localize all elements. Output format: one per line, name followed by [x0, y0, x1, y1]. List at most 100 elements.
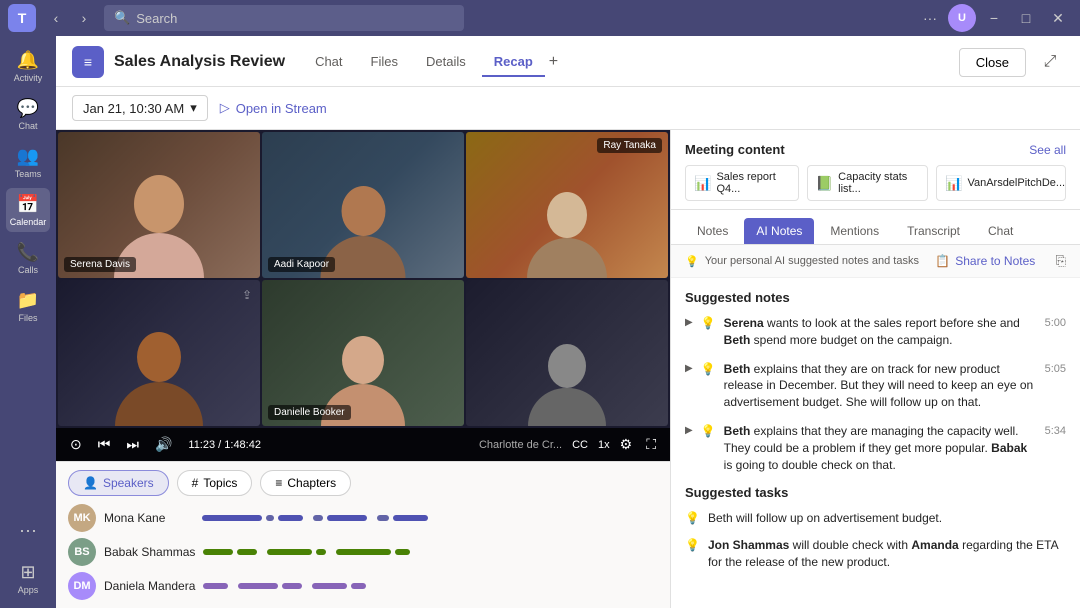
sidebar-item-files[interactable]: 📁 Files	[6, 284, 50, 328]
note-bulb-1: 💡	[701, 316, 716, 330]
file-name-3: VanArsdelPitchDe...	[967, 177, 1065, 189]
files-icon: 📁	[17, 290, 39, 311]
note-text-2: Beth explains that they are on track for…	[724, 361, 1037, 411]
tab-chat[interactable]: Chat	[303, 48, 354, 77]
list-item: BS Babak Shammas	[68, 538, 658, 566]
video-settings: Charlotte de Cr... CC 1x ⚙ ⛶	[479, 434, 660, 455]
tab-files[interactable]: Files	[359, 48, 410, 77]
participant-figure-6	[528, 344, 606, 426]
calls-icon: 📞	[17, 242, 39, 263]
search-input[interactable]	[136, 11, 454, 26]
tab-chat-panel[interactable]: Chat	[976, 218, 1025, 244]
minimize-button[interactable]: −	[980, 4, 1008, 32]
sidebar-item-chat[interactable]: 💬 Chat	[6, 92, 50, 136]
fast-forward-button[interactable]: ⏭	[122, 434, 143, 455]
speaker-list: MK Mona Kane	[68, 504, 658, 600]
maximize-button[interactable]: □	[1012, 4, 1040, 32]
speaker-bars	[202, 515, 658, 521]
meeting-content: Meeting content See all 📊 Sales report Q…	[671, 130, 1080, 210]
participant-figure-3	[527, 192, 607, 278]
tab-ai-notes[interactable]: AI Notes	[744, 218, 814, 244]
sidebar-item-calls[interactable]: 📞 Calls	[6, 236, 50, 280]
captions-button[interactable]: CC	[568, 437, 592, 453]
open-stream-button[interactable]: ▷ Open in Stream	[220, 100, 327, 116]
app-logo: T	[8, 4, 36, 32]
expand-icon-3[interactable]: ▶	[685, 425, 693, 436]
tab-chapters[interactable]: ≡ Chapters	[260, 470, 351, 496]
speakers-icon: 👤	[83, 476, 98, 490]
mic-icon: ⊙	[66, 434, 86, 455]
excel-icon: 📗	[816, 175, 833, 192]
tab-recap[interactable]: Recap	[482, 48, 545, 77]
add-tab-button[interactable]: +	[549, 53, 558, 71]
video-cell-4: ⇪	[58, 280, 260, 426]
expand-icon-2[interactable]: ▶	[685, 363, 693, 374]
see-all-button[interactable]: See all	[1029, 143, 1066, 157]
window-close-button[interactable]: ✕	[1044, 4, 1072, 32]
forward-button[interactable]: ›	[72, 6, 96, 30]
sidebar-item-teams[interactable]: 👥 Teams	[6, 140, 50, 184]
file-item-2[interactable]: 📗 Capacity stats list...	[807, 165, 928, 201]
video-cell-3: Ray Tanaka	[466, 132, 668, 278]
open-stream-label: Open in Stream	[236, 101, 327, 116]
participant-name-3: Ray Tanaka	[597, 138, 662, 153]
app-layout: 🔔 Activity 💬 Chat 👥 Teams 📅 Calendar 📞 C…	[0, 36, 1080, 608]
ai-hint-text: Your personal AI suggested notes and tas…	[705, 255, 919, 267]
sidebar-item-activity[interactable]: 🔔 Activity	[6, 44, 50, 88]
volume-button[interactable]: 🔊	[151, 434, 176, 455]
fullscreen-button[interactable]: ⛶	[642, 434, 660, 455]
content-area: Serena Davis Aadi Kapoor	[56, 130, 1080, 608]
note-item-1: ▶ 💡 Serena wants to look at the sales re…	[685, 315, 1066, 349]
ppt-icon-2: 📊	[945, 175, 962, 192]
title-bar: T ‹ › 🔍 ··· U − □ ✕	[0, 0, 1080, 36]
back-button[interactable]: ‹	[44, 6, 68, 30]
task-bulb-2: 💡	[685, 538, 700, 552]
sidebar-item-apps[interactable]: ⊞ Apps	[6, 556, 50, 600]
calendar-icon: 📅	[17, 194, 39, 215]
sidebar-item-more[interactable]: ···	[6, 508, 50, 552]
notes-tabs: Notes AI Notes Mentions Transcript Chat	[671, 210, 1080, 245]
date-selector[interactable]: Jan 21, 10:30 AM ▾	[72, 95, 208, 121]
avatar: DM	[68, 572, 96, 600]
speaker-section: 👤 Speakers # Topics ≡ Chapters	[56, 461, 670, 608]
rewind-button[interactable]: ⏮	[94, 434, 115, 455]
participant-name-5: Danielle Booker	[268, 405, 351, 420]
tab-notes[interactable]: Notes	[685, 218, 740, 244]
close-meeting-button[interactable]: Close	[959, 48, 1026, 77]
mc-header: Meeting content See all	[685, 142, 1066, 157]
speaker-name: Daniela Mandera	[104, 579, 195, 593]
note-item-3: ▶ 💡 Beth explains that they are managing…	[685, 423, 1066, 473]
file-name-2: Capacity stats list...	[838, 171, 919, 195]
sidebar-item-calendar[interactable]: 📅 Calendar	[6, 188, 50, 232]
chat-icon: 💬	[17, 98, 39, 119]
cell4-icon: ⇪	[242, 288, 252, 302]
file-item-1[interactable]: 📊 Sales report Q4...	[685, 165, 799, 201]
tab-mentions[interactable]: Mentions	[818, 218, 891, 244]
expand-button[interactable]: ⤢	[1036, 48, 1064, 76]
video-cell-5: Danielle Booker	[262, 280, 464, 426]
avatar: BS	[68, 538, 96, 566]
share-notes-label: Share to Notes	[955, 254, 1035, 268]
tab-speakers[interactable]: 👤 Speakers	[68, 470, 169, 496]
notes-content: Suggested notes ▶ 💡 Serena wants to look…	[671, 278, 1080, 593]
speaker-label: Charlotte de Cr...	[479, 439, 562, 451]
more-options-button[interactable]: ···	[916, 4, 944, 32]
expand-icon-1[interactable]: ▶	[685, 317, 693, 328]
window-controls: ··· U − □ ✕	[916, 4, 1072, 32]
task-item-2: 💡 Jon Shammas will double check with Ama…	[685, 537, 1066, 571]
copy-icon: ⎘	[1056, 253, 1066, 269]
list-item: DM Daniela Mandera	[68, 572, 658, 600]
avatar[interactable]: U	[948, 4, 976, 32]
note-time-1: 5:00	[1045, 317, 1066, 329]
file-item-3[interactable]: 📊 VanArsdelPitchDe...	[936, 165, 1066, 201]
tab-topics[interactable]: # Topics	[177, 470, 253, 496]
search-bar[interactable]: 🔍	[104, 5, 464, 31]
video-cell-2: Aadi Kapoor	[262, 132, 464, 278]
ai-notes-area[interactable]: 💡 Your personal AI suggested notes and t…	[671, 245, 1080, 608]
tab-transcript[interactable]: Transcript	[895, 218, 972, 244]
more-icon: ···	[19, 520, 37, 541]
share-notes-button[interactable]: 📋 Share to Notes	[935, 254, 1035, 268]
settings-button[interactable]: ⚙	[616, 434, 637, 455]
teams-icon: 👥	[17, 146, 39, 167]
tab-details[interactable]: Details	[414, 48, 478, 77]
